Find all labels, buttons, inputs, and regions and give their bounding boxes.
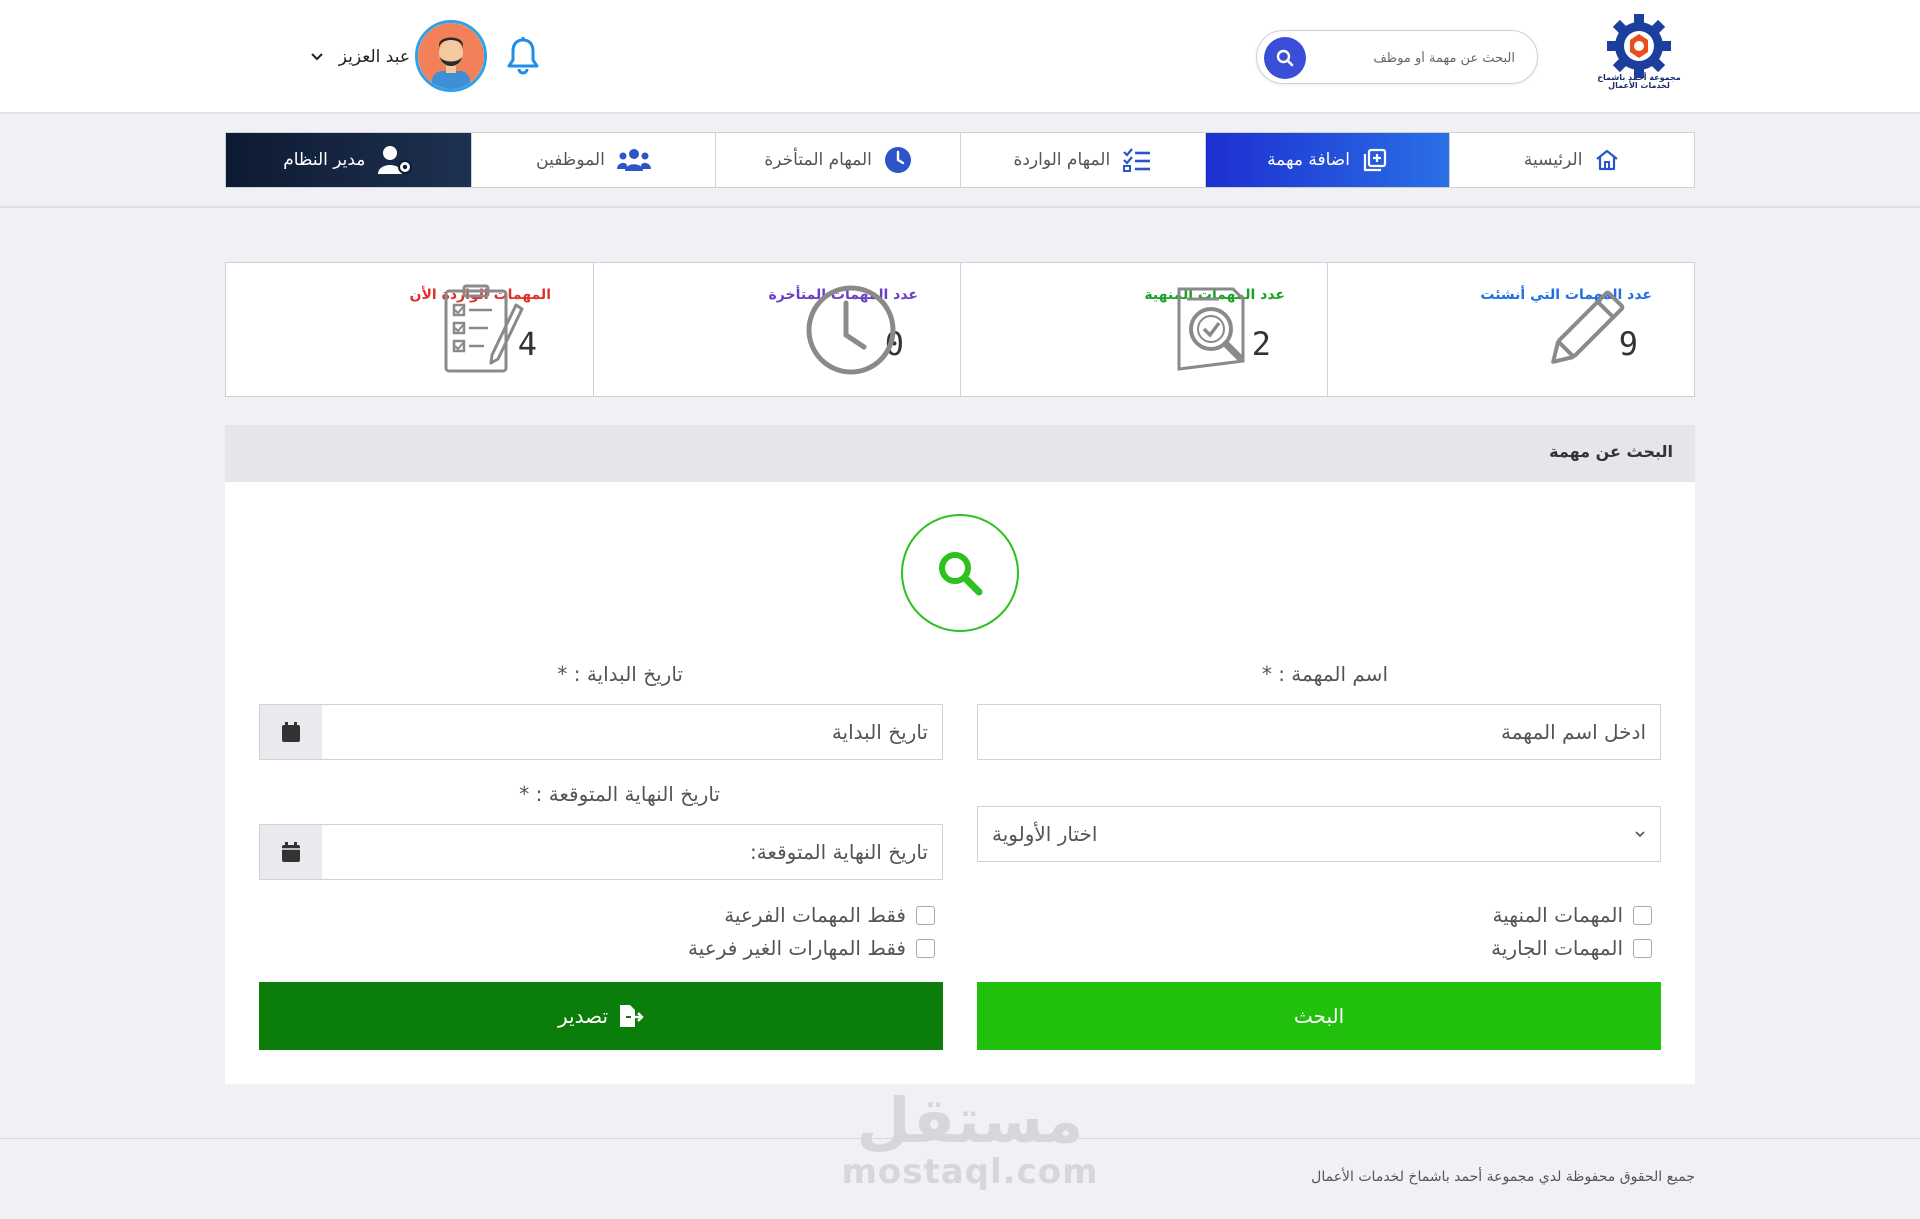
nav-home-label: الرئيسية [1523,150,1583,170]
search-icon [939,552,983,596]
nav-late-tasks-label: المهام المتأخرة [764,150,872,170]
stat-finished-tasks[interactable]: عدد المهمات المنهية 2 [960,263,1327,396]
finished-tasks-checkbox[interactable]: المهمات المنهية [1492,903,1652,927]
stat-incoming-tasks[interactable]: المهمات الواردة الأن 4 [226,263,593,396]
search-panel: اسم المهمة : * اختار الأولوية المهمات ال… [225,482,1695,1084]
search-panel-title: البحث عن مهمة [1549,442,1673,461]
nav-add-task[interactable]: اضافة مهمة [1204,133,1450,187]
global-search-input[interactable] [1315,45,1515,71]
nav-system-admin[interactable]: مدير النظام [225,133,471,187]
search-submit-label: البحث [1293,1004,1345,1028]
checkbox-box[interactable] [1633,938,1652,958]
clock-icon [884,147,911,173]
end-date-calendar-button[interactable] [260,825,322,879]
non-sub-tasks-only-checkbox[interactable]: فقط المهارات الغير فرعية [688,936,935,960]
users-icon [616,149,651,171]
logo-text: مجموعة أحمد باشماخ لخدمات الأعمال [1597,73,1681,90]
end-date-label: تاريخ النهاية المتوقعة : * [519,782,720,806]
main-nav: الرئيسية اضافة مهمة المهام الواردة المها… [225,132,1695,188]
export-button[interactable]: تصدير [259,982,943,1050]
nav-incoming-tasks[interactable]: المهام الواردة [959,133,1205,187]
sub-tasks-only-checkbox[interactable]: فقط المهمات الفرعية [724,903,935,927]
nav-incoming-tasks-label: المهام الواردة [1013,150,1111,170]
checkbox-box[interactable] [916,905,935,925]
calendar-icon [282,842,300,862]
ongoing-tasks-checkbox[interactable]: المهمات الجارية [1491,936,1652,960]
global-search [1256,30,1538,84]
home-icon [1596,149,1619,171]
stat-late-tasks[interactable]: عدد المهمات المتأخرة 0 [593,263,960,396]
search-illustration [901,514,1019,632]
user-name: عبد العزيز [338,47,410,67]
nav-late-tasks[interactable]: المهام المتأخرة [715,133,960,187]
clipboard-checklist-icon [436,283,531,378]
start-date-field [259,704,943,760]
checkbox-label: فقط المهارات الغير فرعية [688,936,906,960]
mostaql-watermark: مستقل mostaql.com [800,1090,1140,1200]
top-header: مجموعة أحمد باشماخ لخدمات الأعمال عبد [0,0,1920,114]
priority-select[interactable]: اختار الأولوية [977,806,1661,862]
notifications-bell-icon[interactable] [505,36,541,76]
checkbox-box[interactable] [1633,905,1652,925]
stats-row: عدد المهمات التي أنشئت 9 عدد المهمات الم… [225,262,1695,397]
watermark-english: mostaql.com [841,1152,1099,1192]
export-button-label: تصدير [558,1004,609,1028]
nav-add-task-label: اضافة مهمة [1267,150,1350,170]
chevron-down-icon [1635,831,1645,838]
checkbox-label: فقط المهمات الفرعية [724,903,906,927]
task-name-field [977,704,1661,760]
search-icon [1276,49,1294,67]
end-date-field [259,824,943,880]
user-gear-icon [378,146,413,174]
header-divider [0,206,1920,208]
nav-employees-label: الموظفين [536,150,605,170]
document-check-icon [1171,283,1266,378]
watermark-arabic: مستقل [856,1084,1084,1157]
pencil-icon [1538,283,1633,378]
stat-created-tasks[interactable]: عدد المهمات التي أنشئت 9 [1327,263,1694,396]
checkbox-box[interactable] [916,938,935,958]
start-date-label: تاريخ البداية : * [557,662,683,686]
start-date-input[interactable] [322,705,942,759]
task-name-input[interactable] [978,705,1660,759]
user-menu[interactable]: عبد العزيز [310,44,410,70]
company-logo[interactable]: مجموعة أحمد باشماخ لخدمات الأعمال [1588,12,1690,98]
start-date-calendar-button[interactable] [260,705,322,759]
chevron-down-icon [311,53,323,61]
calendar-icon [282,722,300,742]
user-avatar[interactable] [415,20,487,92]
clock-outline-icon [804,283,899,378]
nav-employees[interactable]: الموظفين [470,133,716,187]
nav-system-admin-label: مدير النظام [283,150,366,170]
checkbox-label: المهمات الجارية [1491,936,1623,960]
search-panel-header: البحث عن مهمة [225,425,1695,482]
task-name-label: اسم المهمة : * [1261,662,1388,686]
priority-select-value: اختار الأولوية [992,822,1098,846]
file-export-icon [620,1005,644,1027]
end-date-input[interactable] [322,825,942,879]
search-submit-button[interactable]: البحث [977,982,1661,1050]
search-button[interactable] [1264,37,1306,79]
nav-home[interactable]: الرئيسية [1449,133,1694,187]
task-list-icon [1123,148,1151,172]
add-task-icon [1363,148,1387,172]
footer-copyright: جميع الحقوق محفوظة لدي مجموعة أحمد باشما… [1311,1169,1695,1185]
checkbox-label: المهمات المنهية [1492,903,1624,927]
